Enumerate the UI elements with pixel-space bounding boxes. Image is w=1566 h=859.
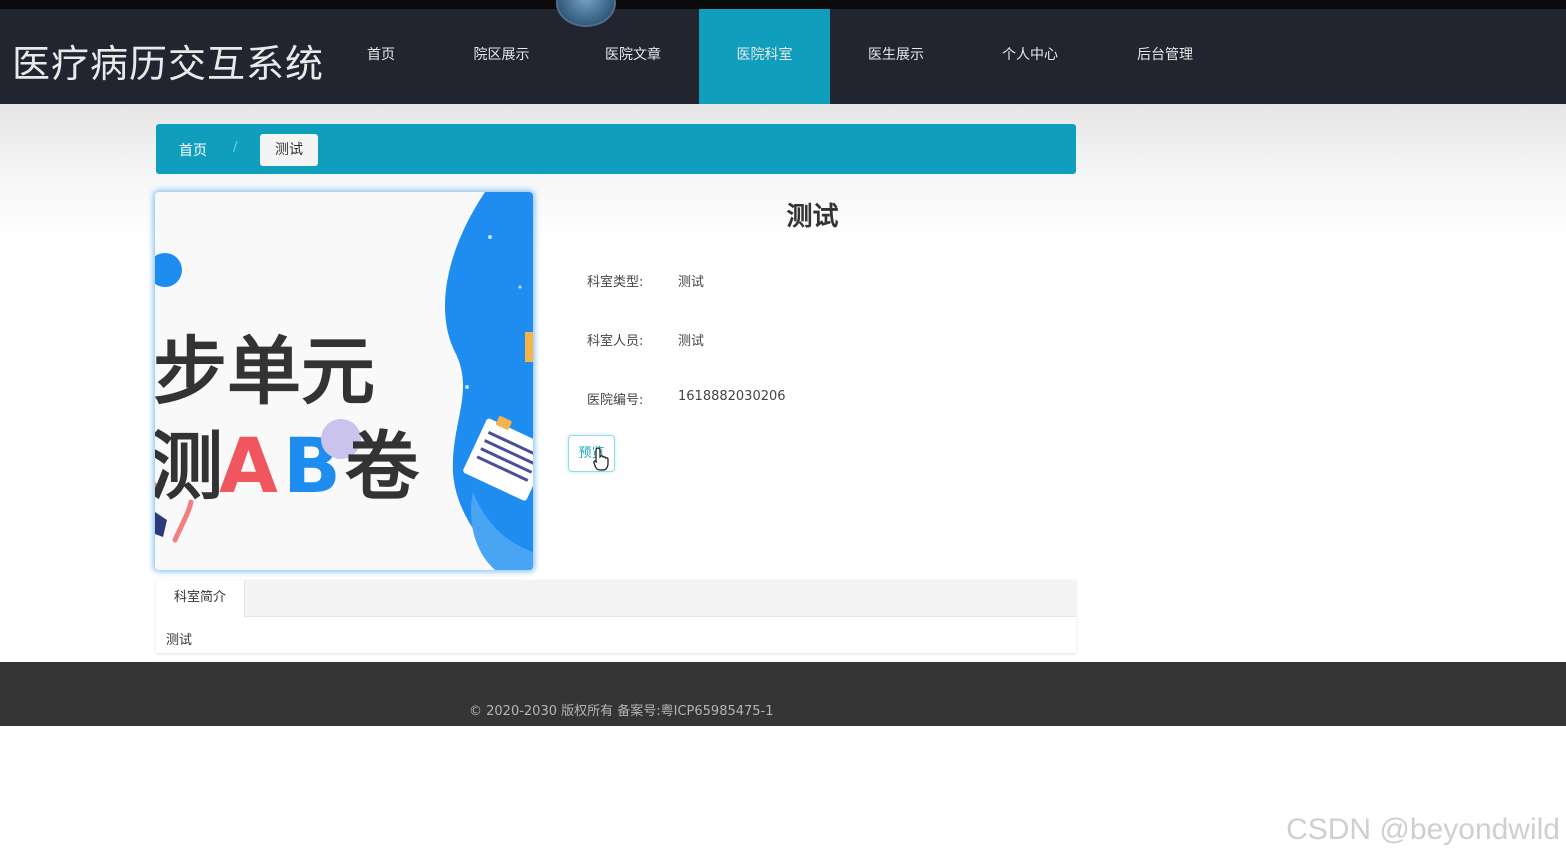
tabs-header [156, 580, 1076, 617]
site-logo[interactable]: 医疗病历交互系统 [12, 33, 324, 88]
nav-item-articles[interactable]: 医院文章 [567, 9, 699, 104]
breadcrumb: 首页 / 测试 [156, 124, 1076, 174]
department-title: 测试 [786, 202, 839, 232]
breadcrumb-home-link[interactable]: 首页 [179, 140, 207, 160]
top-navbar: 医疗病历交互系统 首页 院区展示 医院文章 医院科室 医生展示 个人中心 后台管… [0, 0, 1566, 104]
department-image: 步单元 测 A B 卷 [155, 192, 533, 570]
breadcrumb-separator: / [233, 140, 238, 155]
field-label-type: 科室类型: [587, 275, 644, 290]
field-value-staff: 测试 [678, 334, 705, 349]
nav-item-admin[interactable]: 后台管理 [1098, 9, 1232, 104]
hand-cursor-icon [593, 447, 609, 471]
nav-item-departments[interactable]: 医院科室 [699, 9, 830, 104]
footer: © 2020-2030 版权所有 备案号:粤ICP65985475-1 [0, 662, 1566, 726]
field-value-type: 测试 [678, 275, 705, 290]
tab-department-intro[interactable]: 科室简介 [156, 580, 245, 618]
department-banner-illustration: 步单元 测 A B 卷 [155, 192, 533, 570]
department-tabs: 科室简介 测试 [156, 580, 1076, 653]
watermark: CSDN @beyondwild [1286, 813, 1560, 846]
field-label-hospital-id: 医院编号: [587, 393, 644, 408]
banner-text-line-2-prefix: 测 [155, 424, 223, 510]
nav-item-campus[interactable]: 院区展示 [436, 9, 567, 104]
top-strip [0, 0, 1566, 9]
field-label-staff: 科室人员: [587, 334, 644, 349]
footer-copyright: © 2020-2030 版权所有 备案号:粤ICP65985475-1 [469, 704, 774, 719]
banner-text-letter-a: A [219, 421, 278, 510]
tab-content-text: 测试 [166, 633, 193, 648]
nav-item-profile[interactable]: 个人中心 [962, 9, 1098, 104]
nav-item-doctors[interactable]: 医生展示 [830, 9, 962, 104]
field-value-hospital-id: 1618882030206 [678, 389, 786, 404]
breadcrumb-current: 测试 [260, 134, 318, 166]
nav-item-home[interactable]: 首页 [330, 9, 432, 104]
main-content: 首页 / 测试 步单元 测 A B 卷 测试 科室类型: 测试 科室人员: 测试… [0, 104, 1566, 662]
banner-text-line-1: 步单元 [155, 329, 375, 415]
banner-text-line-2-suffix: 卷 [345, 424, 420, 510]
